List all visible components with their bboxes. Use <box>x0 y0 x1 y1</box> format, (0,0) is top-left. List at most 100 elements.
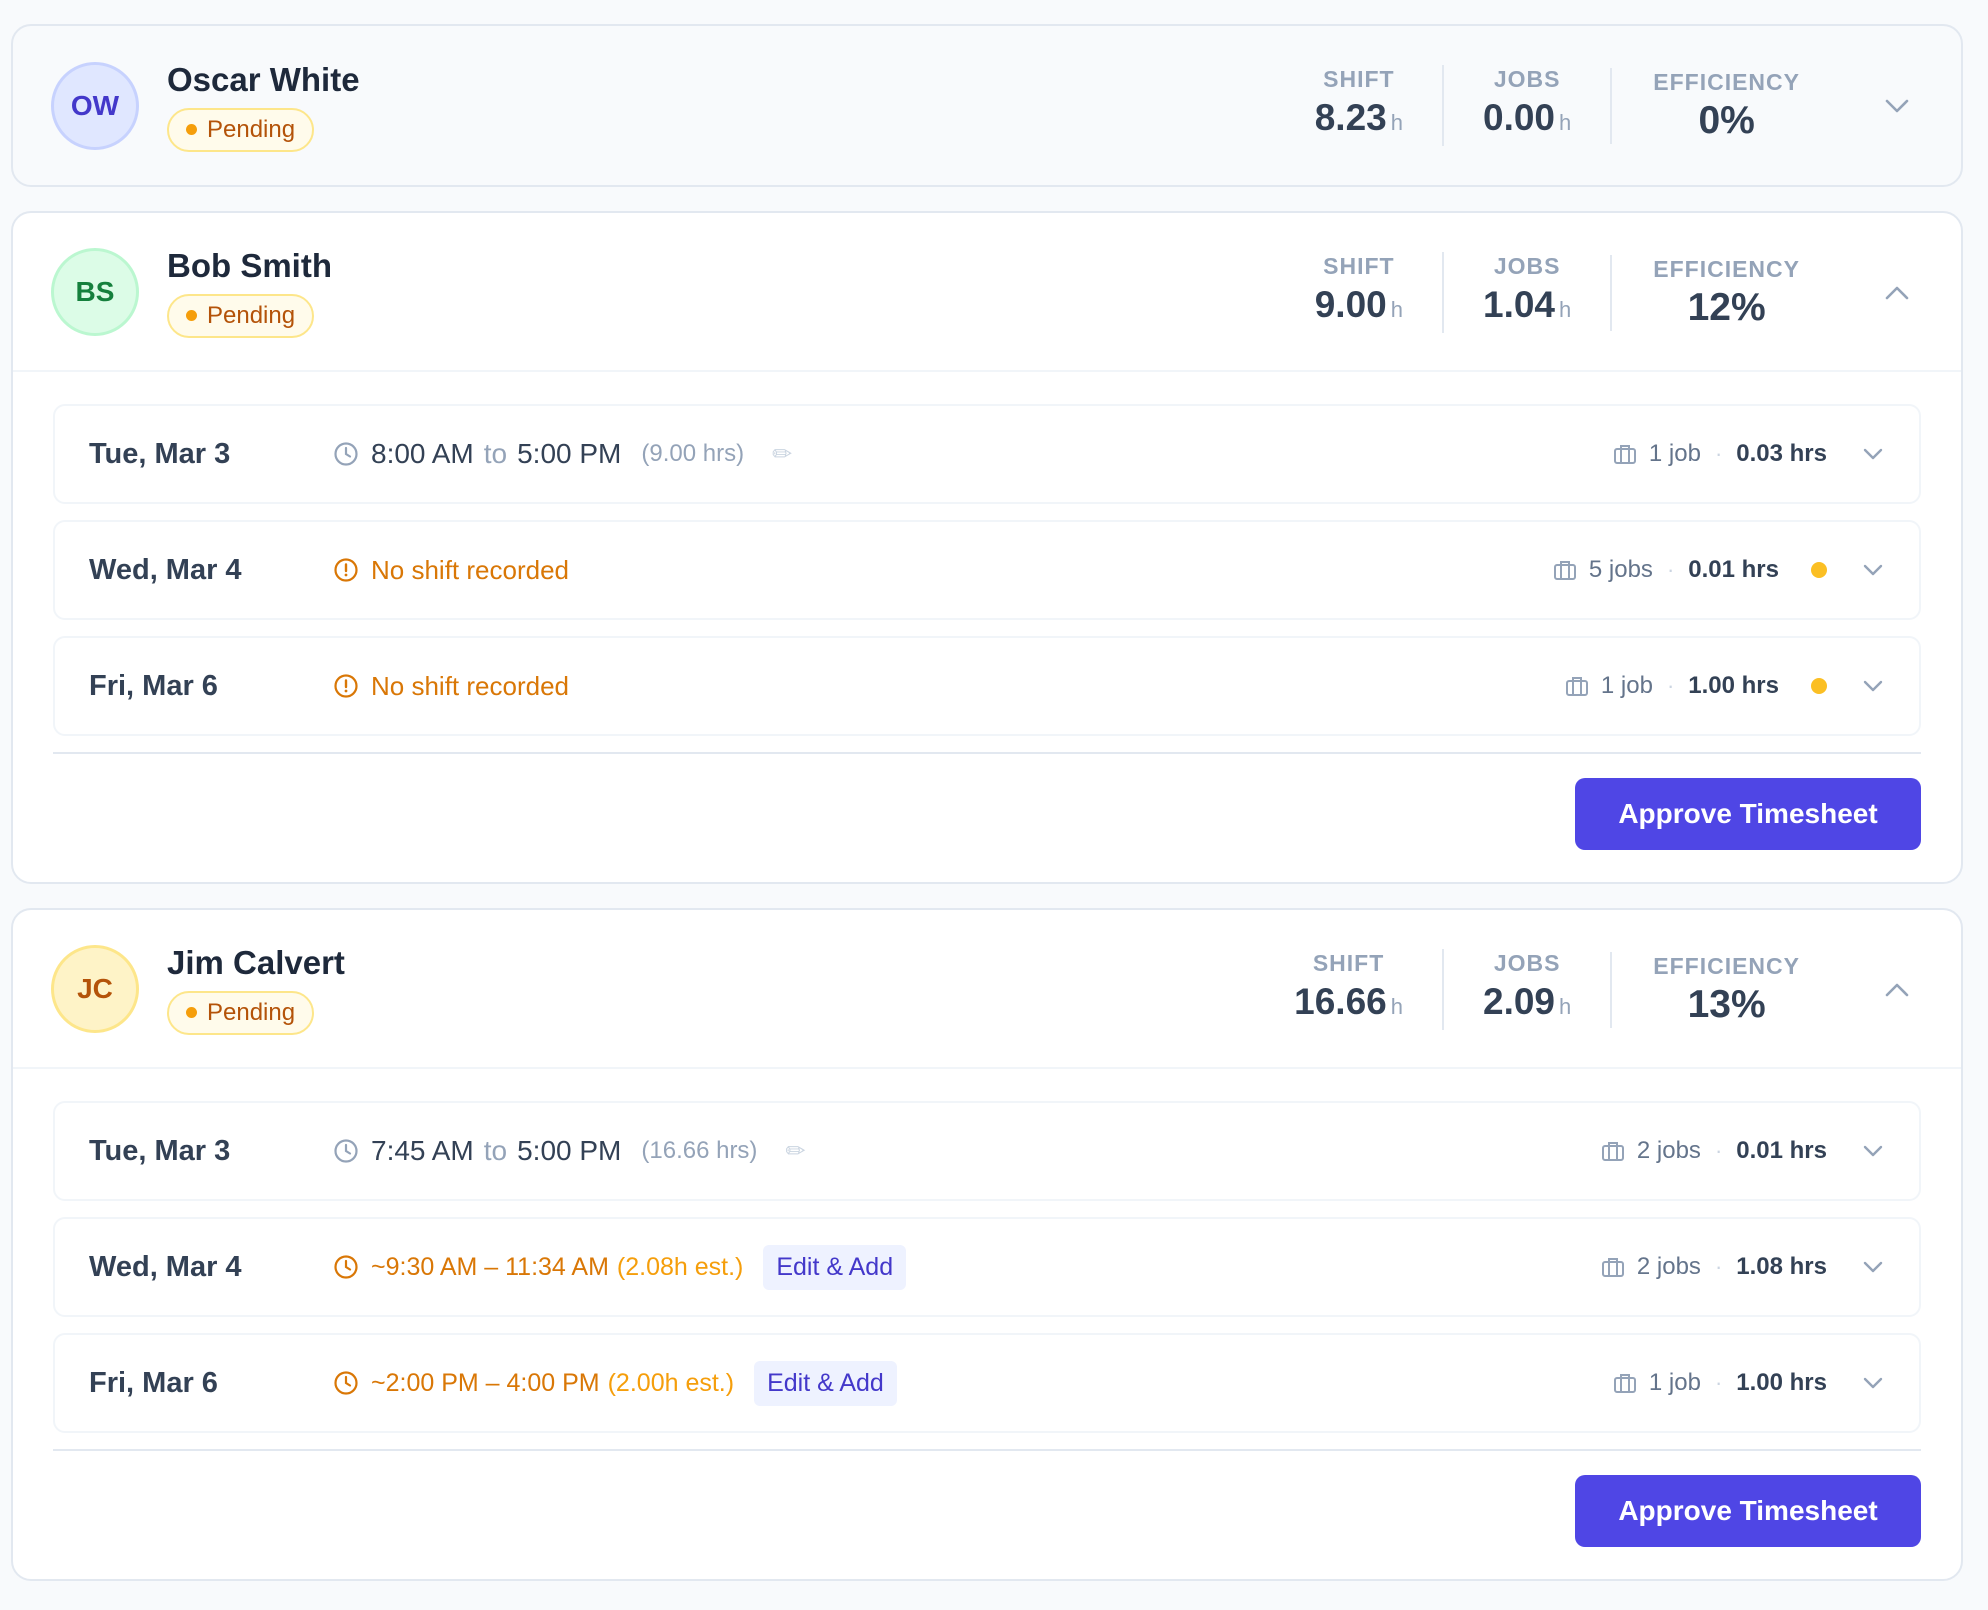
chevron-down-icon[interactable] <box>1863 1377 1883 1389</box>
stat-label: EFFICIENCY <box>1653 952 1800 979</box>
employee-name: Jim Calvert <box>167 943 345 981</box>
status-badge: Pending <box>167 990 315 1035</box>
pencil-icon[interactable]: ✏ <box>772 440 792 469</box>
job-count: 1 job <box>1648 440 1701 467</box>
briefcase-icon <box>1553 559 1577 581</box>
stat-value: 12% <box>1687 285 1766 329</box>
shift-time: 8:00 AM to 5:00 PM (9.00 hrs) ✏ <box>333 438 792 470</box>
shift-missing: No shift recorded <box>333 671 569 702</box>
shift-time: 7:45 AM to 5:00 PM (16.66 hrs) ✏ <box>333 1135 806 1167</box>
edit-add-button[interactable]: Edit & Add <box>763 1244 907 1290</box>
shift-end: 5:00 PM <box>517 438 622 469</box>
chevron-down-icon[interactable] <box>1863 1261 1883 1273</box>
job-count: 1 job <box>1648 1369 1701 1396</box>
shift-end: 5:00 PM <box>517 1135 622 1166</box>
stat-shift: SHIFT 9.00 h <box>1276 252 1442 333</box>
job-hours: 0.01 hrs <box>1688 556 1779 583</box>
stats-group: SHIFT 8.23 h JOBS 0.00 h EFFICIENCY 0% <box>1276 26 1841 185</box>
stat-efficiency: EFFICIENCY 13% <box>1610 951 1841 1028</box>
job-hours: 0.01 hrs <box>1736 1137 1827 1164</box>
day-jobs-summary: 1 job · 1.00 hrs <box>1565 638 1883 734</box>
job-count: 5 jobs <box>1588 556 1653 583</box>
shift-start: 7:45 AM <box>371 1135 474 1166</box>
job-hours: 0.03 hrs <box>1736 440 1827 467</box>
chevron-down-icon[interactable] <box>1863 680 1883 692</box>
day-jobs-summary: 2 jobs · 1.08 hrs <box>1601 1219 1883 1315</box>
separator: · <box>1714 1370 1723 1395</box>
estimated-hours: (2.08h est.) <box>616 1252 744 1281</box>
shift-hours: (9.00 hrs) <box>641 440 745 467</box>
avatar: JC <box>51 944 139 1033</box>
employee-card: OW Oscar White Pending SHIFT 8.23 h JOBS … <box>11 24 1963 187</box>
chevron-up-icon[interactable] <box>1877 970 1917 1010</box>
stat-efficiency: EFFICIENCY 0% <box>1610 67 1841 144</box>
approve-timesheet-button[interactable]: Approve Timesheet <box>1575 1475 1921 1547</box>
briefcase-icon <box>1601 1140 1625 1162</box>
alert-circle-icon <box>333 673 359 699</box>
day-row[interactable]: Fri, Mar 6 ~2:00 PM – 4:00 PM (2.00h est.… <box>53 1333 1921 1433</box>
edit-add-button[interactable]: Edit & Add <box>754 1360 897 1406</box>
status-badge: Pending <box>167 293 315 338</box>
day-row[interactable]: Wed, Mar 4 ~9:30 AM – 11:34 AM (2.08h est… <box>53 1217 1921 1317</box>
day-jobs-summary: 1 job · 1.00 hrs <box>1613 1335 1883 1431</box>
stat-value: 0.00 h <box>1483 95 1571 146</box>
card-footer: Approve Timesheet <box>53 1449 1921 1547</box>
approve-timesheet-button[interactable]: Approve Timesheet <box>1575 778 1921 850</box>
chevron-down-icon[interactable] <box>1863 448 1883 460</box>
day-row[interactable]: Tue, Mar 3 8:00 AM to 5:00 PM (9.00 hrs)… <box>53 404 1921 504</box>
stat-value: 16.66 h <box>1294 979 1403 1030</box>
separator: · <box>1714 1138 1723 1163</box>
job-hours: 1.00 hrs <box>1688 672 1779 699</box>
day-date: Tue, Mar 3 <box>89 437 231 470</box>
alert-circle-icon <box>333 557 359 583</box>
job-count: 1 job <box>1600 672 1653 699</box>
day-jobs-summary: 5 jobs · 0.01 hrs <box>1553 522 1883 618</box>
stat-jobs: JOBS 0.00 h <box>1442 65 1610 146</box>
stat-unit: h <box>1390 297 1403 322</box>
status-dot <box>186 310 197 321</box>
employee-card-header[interactable]: OW Oscar White Pending SHIFT 8.23 h JOBS … <box>13 26 1961 185</box>
chevron-down-icon[interactable] <box>1877 86 1917 126</box>
status-dot <box>186 124 197 135</box>
stat-value: 1.04 h <box>1483 282 1571 333</box>
stats-group: SHIFT 16.66 h JOBS 2.09 h EFFICIENCY 13% <box>1255 910 1841 1069</box>
shift-estimate: ~9:30 AM – 11:34 AM (2.08h est.) Edit & A… <box>333 1244 907 1290</box>
clock-icon <box>333 441 359 467</box>
shift-hours: (16.66 hrs) <box>641 1137 758 1164</box>
employee-card-header[interactable]: BS Bob Smith Pending SHIFT 9.00 h JOBS 1.… <box>13 213 1961 372</box>
stat-unit: h <box>1559 994 1572 1019</box>
chevron-down-icon[interactable] <box>1863 564 1883 576</box>
stat-jobs: JOBS 1.04 h <box>1442 252 1610 333</box>
stat-number: 9.00 <box>1314 284 1387 325</box>
stat-number: 16.66 <box>1294 981 1387 1022</box>
day-row[interactable]: Fri, Mar 6 No shift recorded 1 job · 1.0… <box>53 636 1921 736</box>
pencil-icon[interactable]: ✏ <box>785 1137 805 1166</box>
day-row[interactable]: Tue, Mar 3 7:45 AM to 5:00 PM (16.66 hrs… <box>53 1101 1921 1201</box>
briefcase-icon <box>1601 1256 1625 1278</box>
card-footer: Approve Timesheet <box>53 752 1921 850</box>
day-date: Tue, Mar 3 <box>89 1134 231 1167</box>
stat-jobs: JOBS 2.09 h <box>1442 949 1610 1030</box>
stat-label: JOBS <box>1493 66 1561 92</box>
employee-name: Oscar White <box>167 60 360 98</box>
stat-shift: SHIFT 8.23 h <box>1276 65 1442 146</box>
stat-number: 8.23 <box>1314 97 1387 138</box>
employee-card: BS Bob Smith Pending SHIFT 9.00 h JOBS 1.… <box>11 211 1963 884</box>
stat-efficiency: EFFICIENCY 12% <box>1610 254 1841 331</box>
estimated-time: ~9:30 AM – 11:34 AM (2.08h est.) <box>371 1253 743 1282</box>
stat-label: JOBS <box>1493 253 1561 279</box>
stat-value: 8.23 h <box>1315 95 1403 146</box>
employee-card-header[interactable]: JC Jim Calvert Pending SHIFT 16.66 h JOBS… <box>13 910 1961 1069</box>
separator: · <box>1666 557 1675 582</box>
clock-icon <box>333 1254 359 1280</box>
chevron-up-icon[interactable] <box>1877 273 1917 313</box>
chevron-down-icon[interactable] <box>1863 1145 1883 1157</box>
clock-icon <box>333 1138 359 1164</box>
day-row[interactable]: Wed, Mar 4 No shift recorded 5 jobs · 0.… <box>53 520 1921 620</box>
estimated-range: ~2:00 PM – 4:00 PM <box>371 1368 600 1397</box>
day-jobs-summary: 2 jobs · 0.01 hrs <box>1601 1103 1883 1199</box>
stat-label: SHIFT <box>1323 253 1395 279</box>
day-date: Wed, Mar 4 <box>89 553 242 586</box>
shift-missing: No shift recorded <box>333 555 569 586</box>
stat-value: 2.09 h <box>1483 979 1571 1030</box>
